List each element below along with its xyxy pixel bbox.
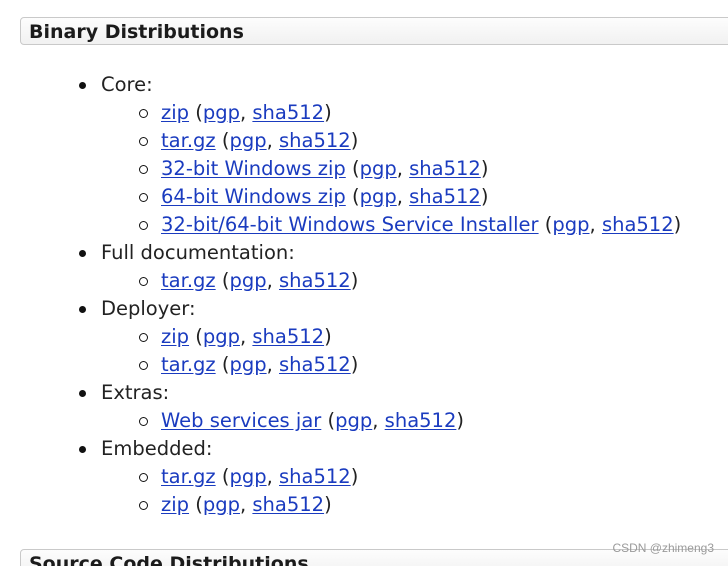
pgp-link[interactable]: pgp (360, 157, 397, 180)
circle-bullet-icon (139, 165, 148, 174)
binary-distributions-header: Binary Distributions (20, 17, 728, 45)
group-full-documentation-items: tar.gz (pgp, sha512) (101, 267, 681, 295)
download-link[interactable]: 64-bit Windows zip (161, 185, 346, 208)
download-link[interactable]: tar.gz (161, 129, 216, 152)
download-item: tar.gz (pgp, sha512) (139, 267, 681, 295)
disc-bullet-icon (79, 306, 86, 313)
pgp-link[interactable]: pgp (203, 493, 240, 516)
group-label: Deployer: (101, 297, 196, 320)
circle-bullet-icon (139, 501, 148, 510)
disc-bullet-icon (79, 250, 86, 257)
group-deployer-items: zip (pgp, sha512) tar.gz (pgp, sha512) (101, 323, 681, 379)
pgp-link[interactable]: pgp (335, 409, 372, 432)
group-deployer: Deployer: zip (pgp, sha512) tar.gz (pgp,… (79, 295, 681, 379)
circle-bullet-icon (139, 193, 148, 202)
group-extras-items: Web services jar (pgp, sha512) (101, 407, 681, 435)
watermark-text: CSDN @zhimeng3 (612, 541, 714, 555)
disc-bullet-icon (79, 446, 86, 453)
sha512-link[interactable]: sha512 (252, 101, 324, 124)
pgp-link[interactable]: pgp (229, 269, 266, 292)
circle-bullet-icon (139, 137, 148, 146)
download-item: tar.gz (pgp, sha512) (139, 351, 681, 379)
circle-bullet-icon (139, 277, 148, 286)
pgp-link[interactable]: pgp (360, 185, 397, 208)
download-link[interactable]: zip (161, 325, 189, 348)
download-link[interactable]: 32-bit/64-bit Windows Service Installer (161, 213, 539, 236)
binary-distributions-title: Binary Distributions (29, 21, 244, 43)
group-extras: Extras: Web services jar (pgp, sha512) (79, 379, 681, 435)
download-link[interactable]: tar.gz (161, 353, 216, 376)
group-embedded: Embedded: tar.gz (pgp, sha512) zip (pgp,… (79, 435, 681, 519)
circle-bullet-icon (139, 333, 148, 342)
download-item: 32-bit/64-bit Windows Service Installer … (139, 211, 681, 239)
group-label: Core: (101, 73, 153, 96)
circle-bullet-icon (139, 361, 148, 370)
download-link[interactable]: tar.gz (161, 269, 216, 292)
group-core-items: zip (pgp, sha512) tar.gz (pgp, sha512) 3… (101, 99, 681, 239)
circle-bullet-icon (139, 473, 148, 482)
download-item: tar.gz (pgp, sha512) (139, 463, 681, 491)
sha512-link[interactable]: sha512 (279, 465, 351, 488)
sha512-link[interactable]: sha512 (279, 269, 351, 292)
download-link[interactable]: zip (161, 493, 189, 516)
group-label: Full documentation: (101, 241, 295, 264)
distribution-list: Core: zip (pgp, sha512) tar.gz (pgp, sha… (0, 71, 681, 519)
sha512-link[interactable]: sha512 (252, 325, 324, 348)
sha512-link[interactable]: sha512 (409, 185, 481, 208)
sha512-link[interactable]: sha512 (385, 409, 457, 432)
download-item: zip (pgp, sha512) (139, 491, 681, 519)
pgp-link[interactable]: pgp (229, 465, 266, 488)
group-embedded-items: tar.gz (pgp, sha512) zip (pgp, sha512) (101, 463, 681, 519)
sha512-link[interactable]: sha512 (409, 157, 481, 180)
group-full-documentation: Full documentation: tar.gz (pgp, sha512) (79, 239, 681, 295)
download-item: 32-bit Windows zip (pgp, sha512) (139, 155, 681, 183)
group-label: Extras: (101, 381, 170, 404)
sha512-link[interactable]: sha512 (279, 129, 351, 152)
circle-bullet-icon (139, 109, 148, 118)
download-item: zip (pgp, sha512) (139, 99, 681, 127)
group-label: Embedded: (101, 437, 213, 460)
disc-bullet-icon (79, 82, 86, 89)
download-link[interactable]: tar.gz (161, 465, 216, 488)
source-distributions-title: Source Code Distributions (29, 553, 309, 566)
pgp-link[interactable]: pgp (229, 129, 266, 152)
circle-bullet-icon (139, 221, 148, 230)
download-item: Web services jar (pgp, sha512) (139, 407, 681, 435)
download-link[interactable]: 32-bit Windows zip (161, 157, 346, 180)
download-link[interactable]: zip (161, 101, 189, 124)
group-core: Core: zip (pgp, sha512) tar.gz (pgp, sha… (79, 71, 681, 239)
sha512-link[interactable]: sha512 (279, 353, 351, 376)
pgp-link[interactable]: pgp (229, 353, 266, 376)
disc-bullet-icon (79, 390, 86, 397)
sha512-link[interactable]: sha512 (252, 493, 324, 516)
download-item: 64-bit Windows zip (pgp, sha512) (139, 183, 681, 211)
download-item: zip (pgp, sha512) (139, 323, 681, 351)
download-link[interactable]: Web services jar (161, 409, 321, 432)
download-item: tar.gz (pgp, sha512) (139, 127, 681, 155)
pgp-link[interactable]: pgp (203, 325, 240, 348)
sha512-link[interactable]: sha512 (602, 213, 674, 236)
pgp-link[interactable]: pgp (203, 101, 240, 124)
circle-bullet-icon (139, 417, 148, 426)
pgp-link[interactable]: pgp (552, 213, 589, 236)
